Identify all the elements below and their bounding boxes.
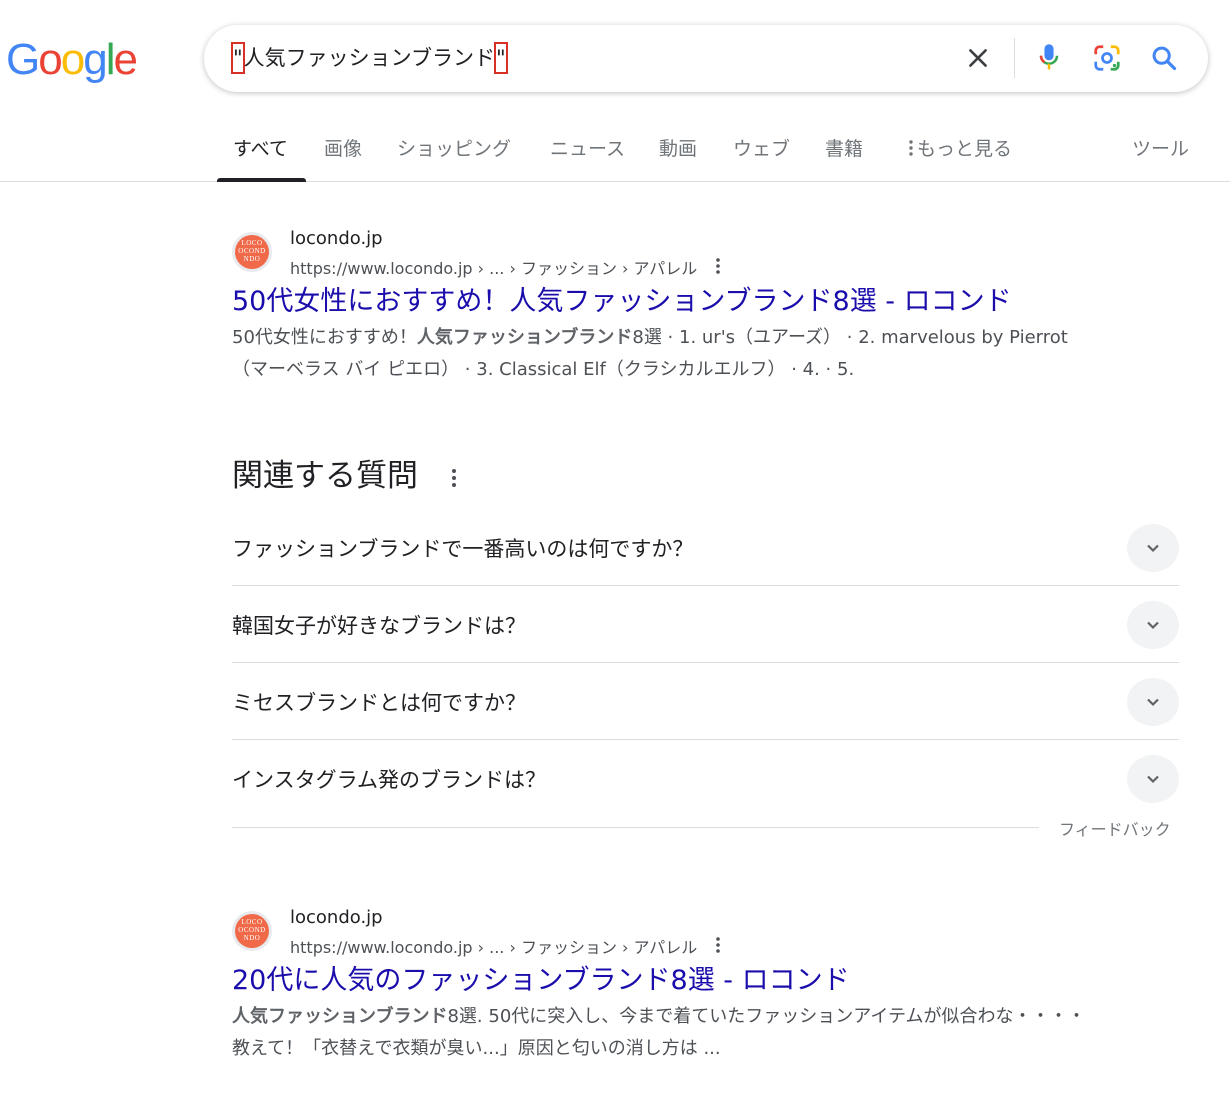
tab-web[interactable]: ウェブ	[733, 136, 790, 162]
tab-more[interactable]: もっと見る	[905, 136, 1012, 162]
more-options-icon[interactable]	[446, 466, 462, 490]
tab-all[interactable]: すべて	[233, 136, 288, 162]
paa-question-text: ミセスブランドとは何ですか？	[232, 691, 526, 715]
chevron-down-icon[interactable]	[1127, 524, 1179, 572]
lens-icon[interactable]	[1090, 41, 1124, 75]
result-title-link[interactable]: 20代に人気のファッションブランド8選 - ロコンド	[232, 963, 850, 999]
site-favicon: LOCO OCOND NDO	[232, 911, 272, 951]
paa-question-text: 韓国女子が好きなブランドは？	[232, 614, 526, 638]
paa-question[interactable]: 韓国女子が好きなブランドは？	[232, 586, 1179, 663]
paa-heading: 関連する質問	[232, 458, 418, 494]
chevron-down-icon[interactable]	[1127, 755, 1179, 803]
result-snippet: 50代女性におすすめ！人気ファッションブランド8選 · 1. ur's（ユアーズ…	[232, 322, 1092, 386]
mic-icon[interactable]	[1032, 41, 1066, 75]
favicon-text: LOCO	[241, 918, 263, 926]
more-options-icon[interactable]	[710, 256, 726, 276]
paa-question[interactable]: ミセスブランドとは何ですか？	[232, 663, 1179, 740]
tab-books[interactable]: 書籍	[825, 136, 863, 162]
snippet-text: 50代女性におすすめ！	[232, 327, 417, 348]
favicon-text: NDO	[243, 255, 261, 263]
favicon-text: LOCO	[241, 239, 263, 247]
tab-images[interactable]: 画像	[324, 136, 362, 162]
search-tabs: すべて 画像 ショッピング ニュース 動画 ウェブ 書籍 もっと見る ツール	[0, 120, 1230, 182]
paa-question[interactable]: インスタグラム発のブランドは？	[232, 740, 1179, 817]
search-divider	[1014, 38, 1015, 78]
more-options-icon[interactable]	[710, 935, 726, 955]
snippet-bold: 人気ファッションブランド	[416, 327, 633, 348]
chevron-down-icon[interactable]	[1127, 601, 1179, 649]
result-title-link[interactable]: 50代女性におすすめ！人気ファッションブランド8選 - ロコンド	[232, 284, 1012, 320]
result-site-name[interactable]: locondo.jp	[290, 907, 383, 928]
site-favicon: LOCO OCOND NDO	[232, 232, 272, 272]
query-close-quote: "	[494, 42, 508, 74]
search-result: LOCO OCOND NDO locondo.jp https://www.loco…	[232, 228, 1112, 398]
paa-question-text: ファッションブランドで一番高いのは何ですか？	[232, 537, 694, 561]
tab-more-label: もっと見る	[917, 138, 1013, 160]
logo-letter: o	[38, 35, 63, 84]
favicon-text: OCOND	[238, 926, 266, 934]
chevron-down-icon[interactable]	[1127, 678, 1179, 726]
more-vert-icon	[909, 140, 913, 156]
tab-videos[interactable]: 動画	[659, 136, 697, 162]
active-tab-indicator	[217, 178, 306, 182]
search-result: LOCO OCOND NDO locondo.jp https://www.loco…	[232, 907, 1112, 1077]
result-url[interactable]: https://www.locondo.jp › ... › ファッション › …	[290, 934, 697, 958]
tools-button[interactable]: ツール	[1132, 136, 1189, 162]
close-icon[interactable]	[961, 41, 995, 75]
query-open-quote: "	[231, 42, 245, 74]
divider	[232, 827, 1039, 828]
paa-question[interactable]: ファッションブランドで一番高いのは何ですか？	[232, 509, 1179, 586]
tab-news[interactable]: ニュース	[550, 136, 625, 162]
search-input[interactable]: "人気ファッションブランド"	[231, 42, 508, 74]
google-logo[interactable]: Google	[6, 34, 138, 86]
favicon-text: OCOND	[238, 247, 266, 255]
logo-letter: o	[60, 35, 86, 84]
result-url[interactable]: https://www.locondo.jp › ... › ファッション › …	[290, 255, 697, 279]
query-text: 人気ファッションブランド	[243, 46, 496, 70]
snippet-bold: 人気ファッションブランド	[232, 1006, 448, 1027]
logo-letter: G	[6, 35, 40, 84]
paa-question-text: インスタグラム発のブランドは？	[232, 768, 546, 792]
logo-letter: g	[83, 35, 108, 84]
search-box[interactable]: "人気ファッションブランド"	[204, 25, 1208, 92]
result-site-name[interactable]: locondo.jp	[290, 228, 383, 249]
logo-letter: e	[113, 35, 138, 84]
result-snippet: 人気ファッションブランド8選. 50代に突入し、今まで着ていたファッションアイテ…	[232, 1001, 1092, 1065]
feedback-link[interactable]: フィードバック	[1059, 816, 1171, 840]
tab-shopping[interactable]: ショッピング	[397, 136, 511, 162]
favicon-text: NDO	[243, 934, 261, 942]
search-icon[interactable]	[1147, 41, 1181, 75]
